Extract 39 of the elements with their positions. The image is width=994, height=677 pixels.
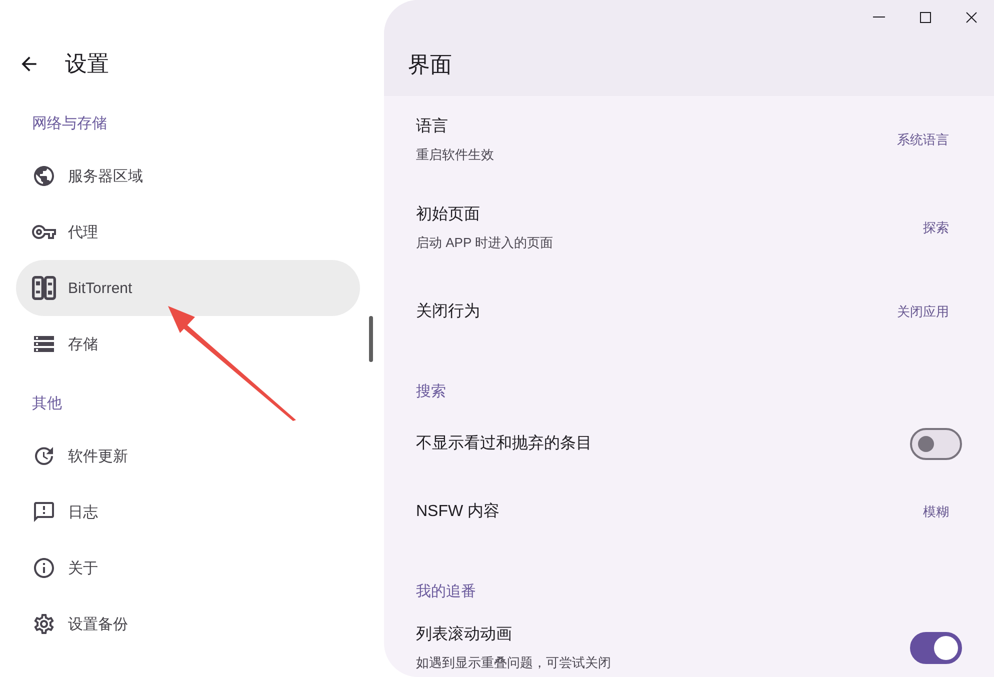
sidebar-item[interactable]: BitTorrent <box>16 260 360 316</box>
setting-subtitle: 启动 APP 时进入的页面 <box>416 234 554 252</box>
setting-subtitle: 重启软件生效 <box>416 146 494 164</box>
sidebar-item[interactable]: 存储 <box>16 316 360 372</box>
sidebar-item[interactable]: 关于 <box>16 540 360 596</box>
info-icon <box>32 556 56 580</box>
maximize-icon <box>920 12 930 22</box>
setting-title: 列表滚动动画 <box>416 624 513 645</box>
section-heading: 搜索 <box>416 382 447 402</box>
setting-title: 不显示看过和抛弃的条目 <box>416 434 592 454</box>
setting-title: NSFW 内容 <box>416 502 500 522</box>
option-value-button[interactable]: 探索 <box>910 211 962 245</box>
setting-title: 语言 <box>416 116 449 137</box>
option-value-button[interactable]: 模糊 <box>910 495 962 529</box>
sidebar-item[interactable]: 软件更新 <box>16 428 360 484</box>
minimize-icon <box>873 16 885 18</box>
setting-title: 关闭行为 <box>416 302 480 322</box>
update-icon <box>32 444 56 468</box>
section-heading: 我的追番 <box>416 582 477 602</box>
sidebar-item[interactable]: 代理 <box>16 204 360 260</box>
sidebar-item[interactable]: 服务器区域 <box>16 148 360 204</box>
section-heading: 其他 <box>31 394 63 414</box>
split-panels-icon <box>32 276 56 300</box>
sidebar-item[interactable]: 设置备份 <box>16 596 360 652</box>
option-value-button[interactable]: 关闭应用 <box>884 295 962 329</box>
feedback-icon <box>32 500 56 524</box>
toggle-switch[interactable] <box>910 632 962 664</box>
setting-subtitle: 如遇到显示重叠问题，可尝试关闭 <box>416 654 611 672</box>
settings-icon <box>32 612 56 636</box>
section-heading: 网络与存储 <box>31 114 108 134</box>
toggle-switch[interactable] <box>910 428 962 460</box>
close-icon <box>966 12 976 22</box>
option-value-button[interactable]: 系统语言 <box>884 123 962 157</box>
globe-icon <box>32 164 56 188</box>
setting-title: 初始页面 <box>416 204 481 225</box>
sidebar-title: 设置 <box>65 50 109 78</box>
sidebar-item[interactable]: 日志 <box>16 484 360 540</box>
scrollbar-thumb[interactable] <box>369 316 373 362</box>
page-title: 界面 <box>407 51 453 79</box>
